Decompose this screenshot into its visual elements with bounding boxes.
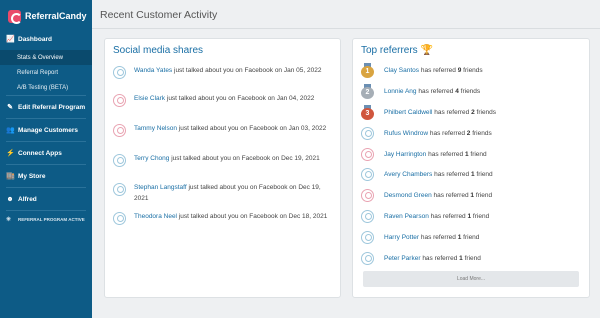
referrer-link[interactable]: Clay Santos — [384, 67, 419, 74]
sidebar-subitem-referral-report[interactable]: Referral Report — [0, 65, 92, 80]
program-status-label: REFERRAL PROGRAM ACTIVE — [18, 216, 85, 222]
customer-link[interactable]: Tammy Nelson — [134, 125, 177, 132]
sidebar-item-manage-customers[interactable]: 👥 Manage Customers — [0, 119, 92, 141]
referral-count: 1 — [470, 171, 475, 178]
brand[interactable]: ReferralCandy — [8, 8, 87, 24]
referral-count: 4 — [455, 88, 459, 95]
share-text: just talked about you on Facebook on Jan… — [166, 95, 315, 102]
social-shares-title: Social media shares — [113, 45, 204, 56]
load-more-button[interactable]: Load More... — [363, 271, 579, 287]
sidebar: ReferralCandy 📈 Dashboard Stats & Overvi… — [0, 0, 92, 318]
chart-icon: 📈 — [6, 36, 15, 43]
referrer-link[interactable]: Raven Pearson — [384, 213, 429, 220]
list-item: Elsie Clark just talked about you on Fac… — [113, 93, 335, 107]
referrer-link[interactable]: Peter Parker — [384, 255, 421, 262]
program-status: ✳ REFERRAL PROGRAM ACTIVE — [0, 211, 92, 227]
top-referrers-card: Top referrers 🏆 1 Clay Santos has referr… — [352, 38, 590, 298]
gold-medal-icon: 1 — [361, 63, 374, 78]
sidebar-item-label: My Store — [18, 172, 46, 180]
avatar-icon — [361, 168, 374, 181]
list-item: Terry Chong just talked about you on Fac… — [113, 153, 335, 167]
avatar-icon — [113, 66, 126, 79]
list-item: 3 Philbert Caldwell has referred 2 frien… — [361, 105, 583, 120]
referrer-link[interactable]: Harry Potter — [384, 234, 419, 241]
referrer-link[interactable]: Avery Chambers — [384, 171, 432, 178]
social-shares-card: Social media shares Wanda Yates just tal… — [104, 38, 341, 298]
gift-icon: ✎ — [7, 104, 13, 111]
header-divider — [92, 28, 600, 29]
brand-name: ReferralCandy — [25, 11, 87, 21]
referrer-link[interactable]: Desmond Green — [384, 192, 432, 199]
status-dot-icon: ✳ — [6, 216, 12, 223]
avatar-icon — [113, 212, 126, 225]
avatar-icon — [113, 124, 126, 137]
sidebar-item-label: Connect Apps — [18, 149, 62, 157]
referrer-link[interactable]: Lonnie Ang — [384, 88, 417, 95]
referral-count: 1 — [467, 213, 472, 220]
list-item: 2 Lonnie Ang has referred 4 friends — [361, 84, 583, 99]
sidebar-item-label: Dashboard — [18, 35, 52, 43]
list-item: Jay Harrington has referred 1 friend — [361, 147, 583, 162]
referral-count: 1 — [470, 192, 474, 199]
customer-link[interactable]: Wanda Yates — [134, 67, 172, 74]
users-icon: 👥 — [6, 127, 15, 134]
referrer-link[interactable]: Rufus Windrow — [384, 130, 428, 137]
share-text: just talked about you on Facebook on Jan… — [174, 67, 322, 74]
share-text: just talked about you on Facebook on Dec… — [178, 213, 328, 220]
avatar-icon — [361, 127, 374, 140]
store-icon: 🏬 — [6, 173, 15, 180]
share-text: just talked about you on Facebook on Dec… — [171, 155, 320, 162]
list-item: Rufus Windrow has referred 2 friends — [361, 126, 583, 141]
silver-medal-icon: 2 — [361, 84, 374, 99]
sidebar-subitem-ab-testing[interactable]: A/B Testing (BETA) — [0, 80, 92, 95]
sidebar-item-dashboard[interactable]: 📈 Dashboard — [0, 28, 92, 50]
avatar-icon — [361, 148, 374, 161]
sidebar-item-label: Edit Referral Program — [18, 103, 86, 111]
referrer-link[interactable]: Philbert Caldwell — [384, 109, 432, 116]
referral-count: 1 — [464, 151, 469, 158]
referrer-link[interactable]: Jay Harrington — [384, 151, 426, 158]
referral-count: 2 — [466, 130, 471, 137]
referral-count: 1 — [457, 234, 462, 241]
person-icon: ☻ — [6, 195, 14, 203]
avatar-icon — [361, 210, 374, 223]
sidebar-subitem-stats[interactable]: Stats & Overview — [0, 50, 92, 65]
sidebar-nav: 📈 Dashboard Stats & Overview Referral Re… — [0, 28, 92, 227]
avatar-icon — [113, 94, 126, 107]
sidebar-item-label: Alfred — [18, 195, 37, 203]
list-item: Raven Pearson has referred 1 friend — [361, 209, 583, 224]
referralcandy-logo-icon — [8, 9, 22, 24]
customer-link[interactable]: Elsie Clark — [134, 95, 165, 102]
avatar-icon — [113, 183, 126, 196]
list-item: Theodora Neel just talked about you on F… — [113, 211, 335, 225]
referral-count: 9 — [457, 67, 462, 74]
avatar-icon — [361, 189, 374, 202]
list-item: Avery Chambers has referred 1 friend — [361, 167, 583, 182]
customer-link[interactable]: Theodora Neel — [134, 213, 177, 220]
referral-count: 2 — [471, 109, 475, 116]
avatar-icon — [113, 154, 126, 167]
customer-link[interactable]: Stephan Langstaff — [134, 184, 187, 191]
customer-link[interactable]: Terry Chong — [134, 155, 169, 162]
sidebar-item-my-store[interactable]: 🏬 My Store — [0, 165, 92, 187]
referral-count: 1 — [459, 255, 463, 262]
share-text: just talked about you on Facebook on Jan… — [178, 125, 327, 132]
top-referrers-title: Top referrers 🏆 — [361, 45, 433, 56]
page-title: Recent Customer Activity — [100, 9, 218, 21]
plug-icon: ⚡ — [6, 150, 15, 157]
list-item: Tammy Nelson just talked about you on Fa… — [113, 123, 335, 137]
sidebar-item-label: Manage Customers — [18, 126, 78, 134]
list-item: Harry Potter has referred 1 friend — [361, 230, 583, 245]
bronze-medal-icon: 3 — [361, 105, 374, 120]
sidebar-item-alfred[interactable]: ☻ Alfred — [0, 188, 92, 210]
avatar-icon — [361, 252, 374, 265]
sidebar-item-edit-program[interactable]: ✎ Edit Referral Program — [0, 96, 92, 118]
list-item: 1 Clay Santos has referred 9 friends — [361, 63, 583, 78]
list-item: Stephan Langstaff just talked about you … — [113, 182, 335, 204]
sidebar-item-connect-apps[interactable]: ⚡ Connect Apps — [0, 142, 92, 164]
list-item: Peter Parker has referred 1 friend — [361, 251, 583, 266]
list-item: Desmond Green has referred 1 friend — [361, 188, 583, 203]
list-item: Wanda Yates just talked about you on Fac… — [113, 65, 335, 79]
avatar-icon — [361, 231, 374, 244]
